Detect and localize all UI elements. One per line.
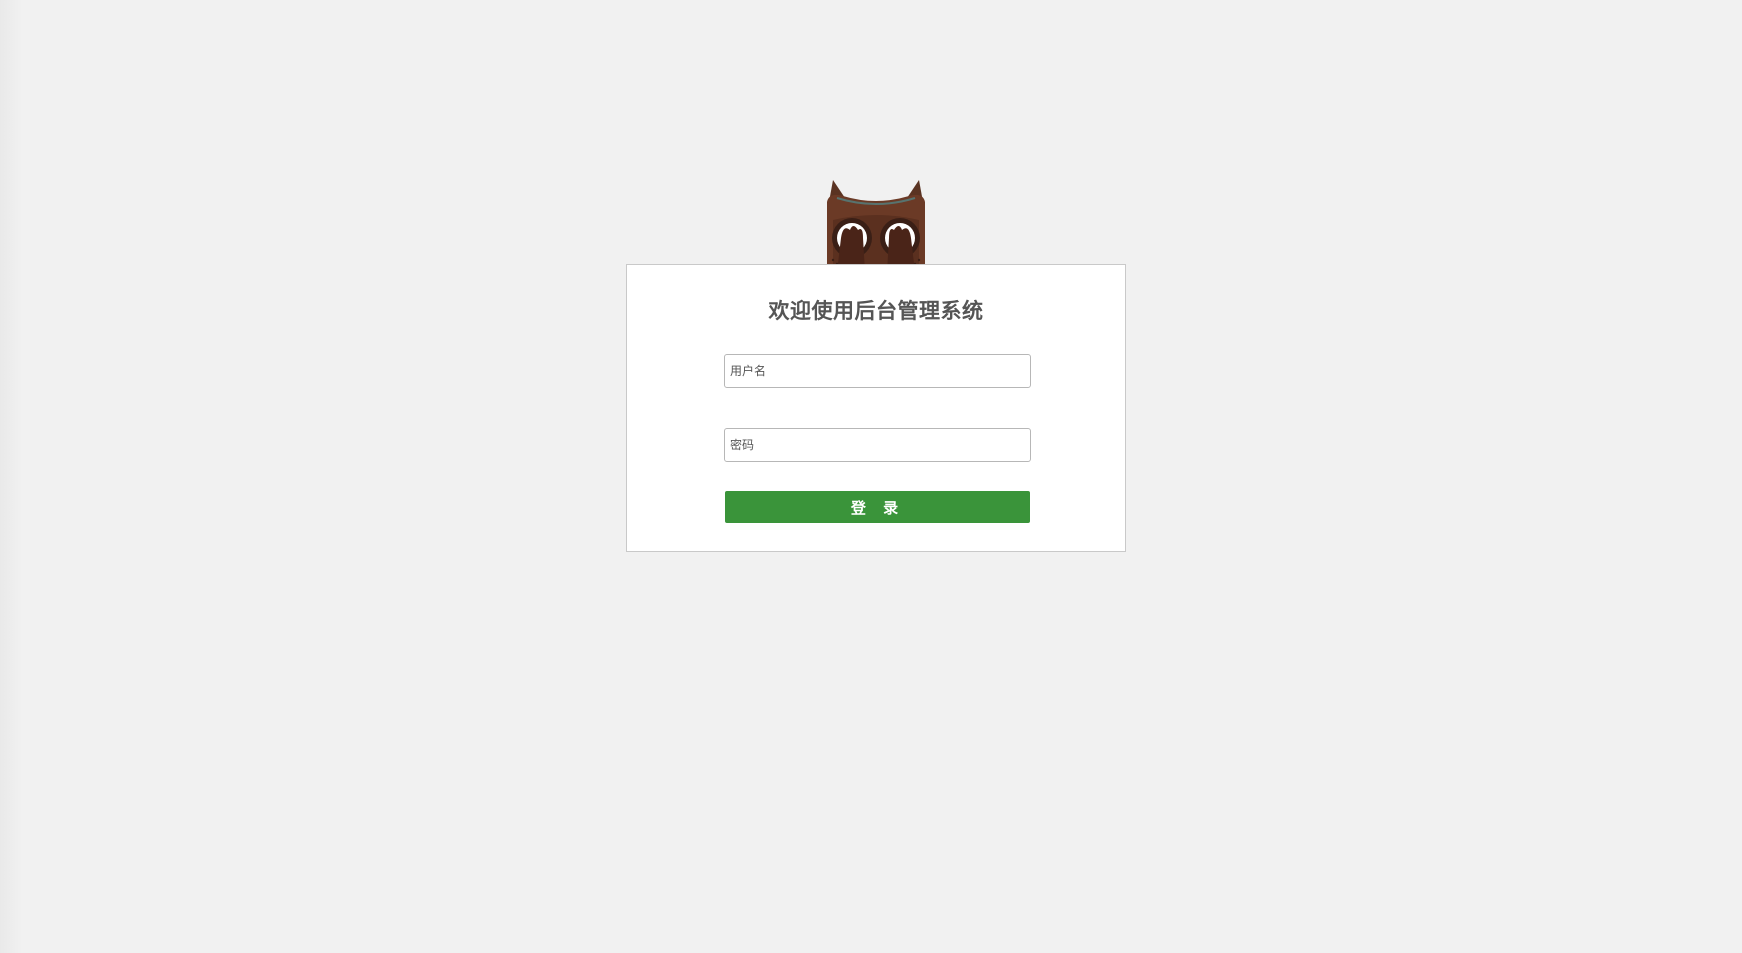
login-page: 欢迎使用后台管理系统 登 录 (0, 0, 1742, 953)
owl-mascot-icon (827, 180, 925, 272)
background-shade (0, 0, 22, 953)
page-title: 欢迎使用后台管理系统 (768, 299, 984, 323)
login-button[interactable]: 登 录 (725, 491, 1030, 523)
username-input[interactable] (724, 354, 1031, 388)
password-input[interactable] (724, 428, 1031, 462)
login-card: 欢迎使用后台管理系统 登 录 (626, 264, 1126, 552)
